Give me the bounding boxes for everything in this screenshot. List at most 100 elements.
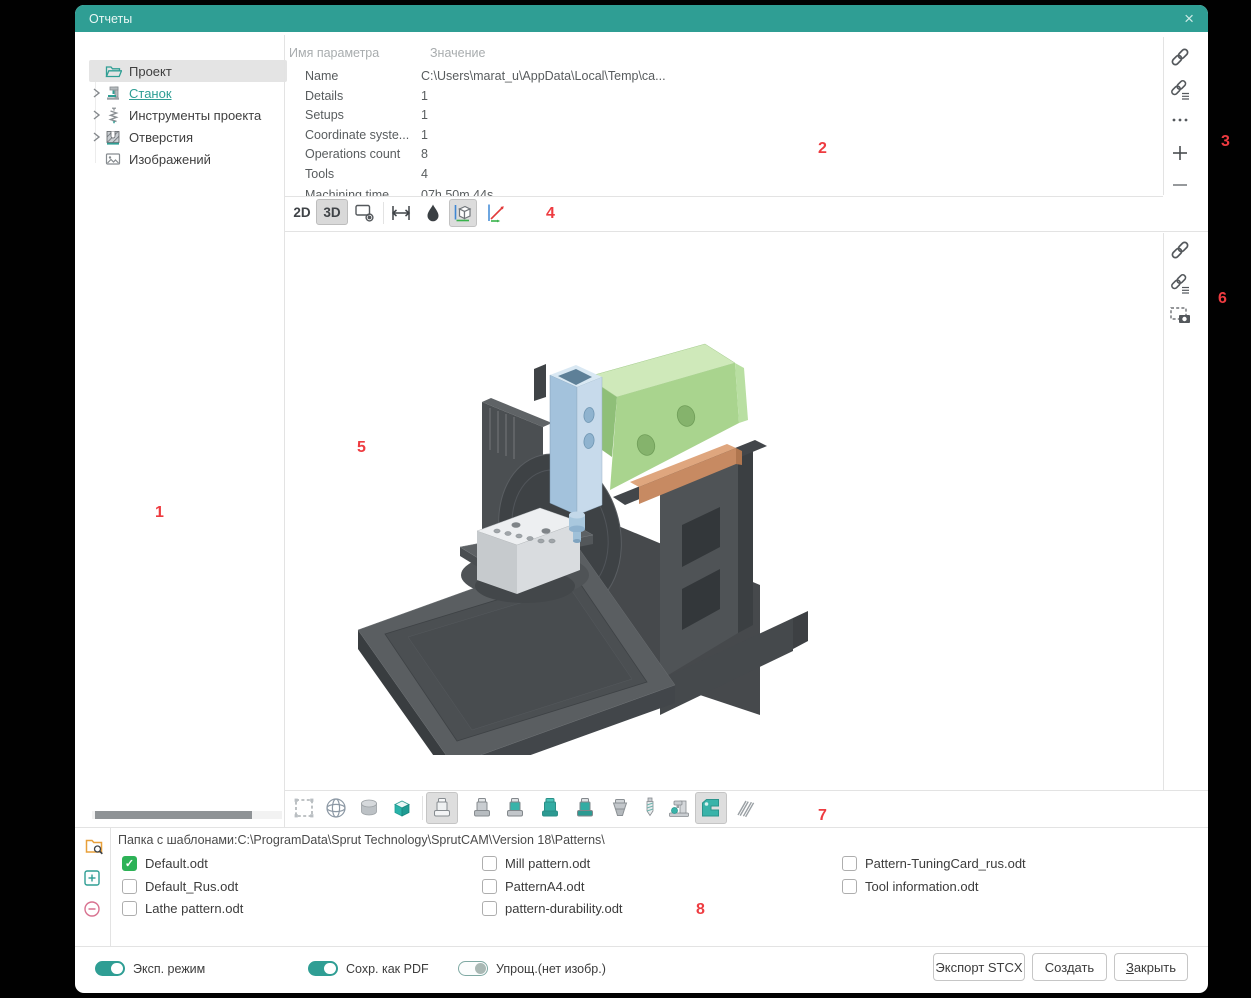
template-checkbox-row[interactable]: PatternA4.odt xyxy=(482,878,585,894)
divider xyxy=(285,790,1208,791)
folder-search-icon[interactable] xyxy=(81,833,107,859)
link-list-icon[interactable] xyxy=(1166,269,1194,297)
tree-item-label: Инструменты проекта xyxy=(129,108,261,123)
machine-3d-model xyxy=(330,335,870,755)
measure-icon[interactable] xyxy=(387,199,415,227)
project-tools-icon xyxy=(103,106,123,124)
param-table[interactable]: NameC:\Users\marat_u\AppData\Local\Temp\… xyxy=(285,45,1155,196)
axes-icon[interactable] xyxy=(482,199,510,227)
workpiece-gray-icon[interactable] xyxy=(466,792,498,824)
toolpath-hatch-icon[interactable] xyxy=(730,792,762,824)
drill-tool-icon[interactable] xyxy=(637,792,663,824)
workpiece-top-teal-icon[interactable] xyxy=(499,792,531,824)
tree-item-label: Станок xyxy=(129,86,172,101)
cube-axes-icon[interactable] xyxy=(449,199,477,227)
checkbox[interactable] xyxy=(482,879,497,894)
chevron-right-icon[interactable] xyxy=(89,107,103,123)
close-icon[interactable]: × xyxy=(1184,10,1194,27)
template-checkbox-row[interactable]: Mill pattern.odt xyxy=(482,855,590,871)
tree-item-project[interactable]: Проект xyxy=(89,60,287,82)
selection-frame-icon[interactable] xyxy=(288,792,320,824)
machine-icon xyxy=(103,84,123,102)
divider xyxy=(1163,37,1164,195)
tree-item-images[interactable]: Изображений xyxy=(89,148,287,170)
checkbox[interactable] xyxy=(122,879,137,894)
solid-cube-icon[interactable] xyxy=(386,792,418,824)
machine-solid-icon[interactable] xyxy=(695,792,727,824)
checkbox[interactable] xyxy=(482,856,497,871)
export-stcx-button[interactable]: Экспорт STCX xyxy=(933,953,1025,981)
chevron-right-icon[interactable] xyxy=(89,129,103,145)
tree-hscrollbar-thumb[interactable] xyxy=(95,811,252,819)
checkbox[interactable] xyxy=(122,856,137,871)
template-checkbox-row[interactable]: Pattern-TuningCard_rus.odt xyxy=(842,855,1026,871)
checkbox[interactable] xyxy=(122,901,137,916)
checkbox[interactable] xyxy=(482,901,497,916)
checkbox[interactable] xyxy=(842,879,857,894)
screenshot-stage: Отчеты × Проект xyxy=(0,0,1251,998)
template-label: Pattern-TuningCard_rus.odt xyxy=(865,856,1026,871)
template-label: Lathe pattern.odt xyxy=(145,901,243,916)
spacer xyxy=(89,151,103,167)
template-checkbox-row[interactable]: Default_Rus.odt xyxy=(122,878,238,894)
stepped-part-icon[interactable] xyxy=(604,792,636,824)
mode-2d-button[interactable]: 2D xyxy=(287,199,317,225)
annotation-2: 2 xyxy=(818,140,827,158)
link-icon[interactable] xyxy=(1166,236,1194,264)
mode-3d-button[interactable]: 3D xyxy=(316,199,348,225)
template-label: Tool information.odt xyxy=(865,879,978,894)
remove-template-icon[interactable] xyxy=(79,896,105,922)
create-button[interactable]: Создать xyxy=(1032,953,1107,981)
machine-part-icon[interactable] xyxy=(663,792,695,824)
workpiece-bottom-teal-icon[interactable] xyxy=(569,792,601,824)
divider xyxy=(1163,233,1164,790)
link-list-icon[interactable] xyxy=(1166,75,1194,103)
workpiece-outline-icon[interactable] xyxy=(426,792,458,824)
checkbox[interactable] xyxy=(842,856,857,871)
chevron-right-icon[interactable] xyxy=(89,85,103,101)
wireframe-sphere-icon[interactable] xyxy=(320,792,352,824)
toolbar-separator xyxy=(422,796,423,820)
export-mode-toggle[interactable] xyxy=(95,961,125,976)
droplet-icon[interactable] xyxy=(419,199,447,227)
add-template-icon[interactable] xyxy=(79,865,105,891)
tree-item-label: Отверстия xyxy=(129,130,193,145)
templates-folder-path: Папка с шаблонами:C:\ProgramData\Sprut T… xyxy=(118,833,605,847)
template-label: PatternA4.odt xyxy=(505,879,585,894)
workpiece-teal-icon[interactable] xyxy=(534,792,566,824)
annotation-7: 7 xyxy=(818,807,827,825)
divider xyxy=(110,828,111,946)
annotation-5: 5 xyxy=(357,439,366,457)
dialog-titlebar[interactable]: Отчеты × xyxy=(75,5,1208,32)
divider xyxy=(75,827,1208,828)
divider xyxy=(75,946,1208,947)
annotation-4: 4 xyxy=(546,205,555,223)
simplified-toggle[interactable] xyxy=(458,961,488,976)
tree-hscrollbar-track[interactable] xyxy=(92,811,282,819)
template-checkbox-row[interactable]: Tool information.odt xyxy=(842,878,978,894)
more-ellipsis-icon[interactable] xyxy=(1166,106,1194,134)
minus-icon[interactable] xyxy=(1166,171,1194,199)
template-checkbox-row[interactable]: Default.odt xyxy=(122,855,208,871)
plus-icon[interactable] xyxy=(1166,139,1194,167)
link-icon[interactable] xyxy=(1166,43,1194,71)
images-icon xyxy=(103,150,123,168)
viewport-3d[interactable] xyxy=(285,232,1162,790)
tree-item-label: Проект xyxy=(129,64,172,79)
close-button[interactable]: Закрыть xyxy=(1114,953,1188,981)
toolbar-separator xyxy=(383,202,384,224)
tree-item-machine[interactable]: Станок xyxy=(89,82,287,104)
shaded-solid-icon[interactable] xyxy=(353,792,385,824)
visibility-icon[interactable] xyxy=(351,199,379,227)
project-folder-icon xyxy=(103,62,123,80)
tree-item-holes[interactable]: Отверстия xyxy=(89,126,287,148)
holes-icon xyxy=(103,128,123,146)
save-as-pdf-toggle[interactable] xyxy=(308,961,338,976)
tree-item-project-tools[interactable]: Инструменты проекта xyxy=(89,104,287,126)
capture-image-icon[interactable] xyxy=(1166,302,1194,330)
annotation-3: 3 xyxy=(1221,133,1230,151)
template-label: Default_Rus.odt xyxy=(145,879,238,894)
template-checkbox-row[interactable]: pattern-durability.odt xyxy=(482,900,623,916)
dialog-title: Отчеты xyxy=(89,12,132,26)
template-checkbox-row[interactable]: Lathe pattern.odt xyxy=(122,900,243,916)
